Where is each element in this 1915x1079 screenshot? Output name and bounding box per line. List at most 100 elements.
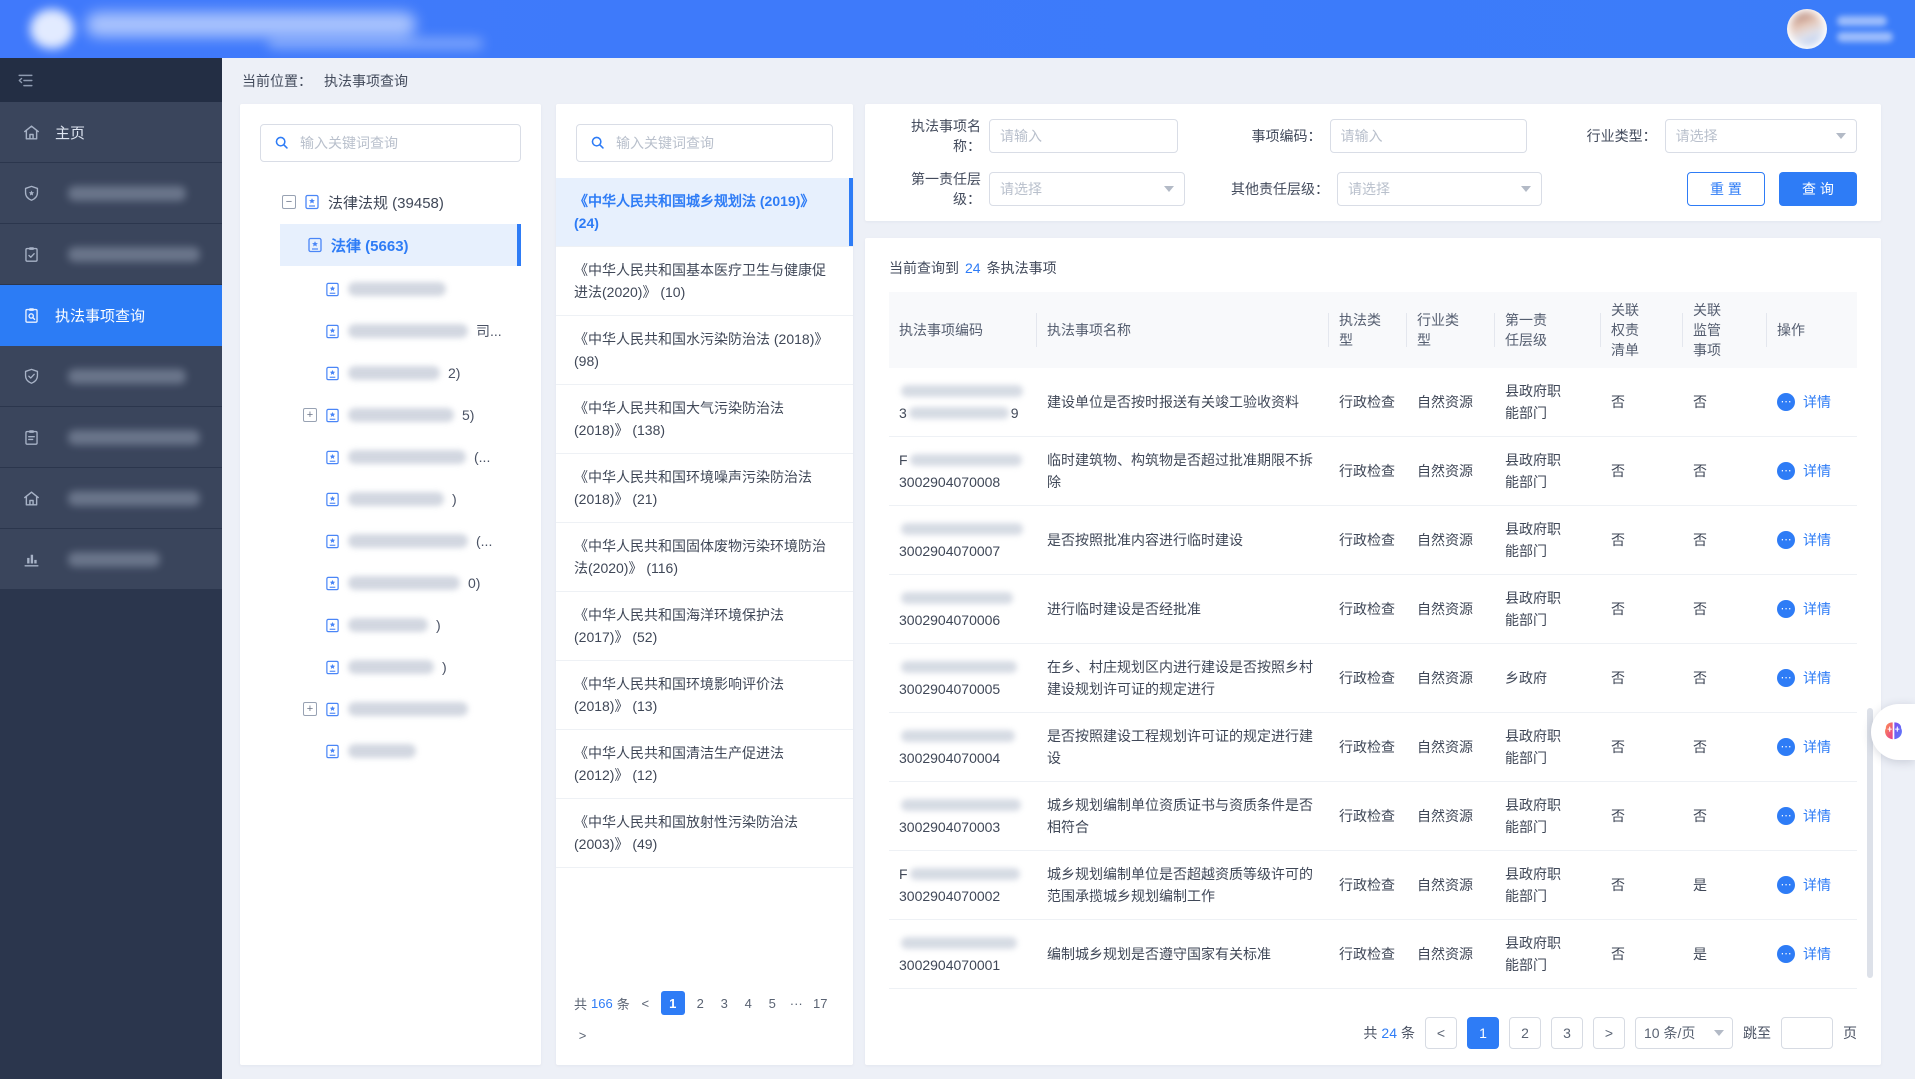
law-list-item[interactable]: 《中华人民共和国大气污染防治法 (2018)》 (138) — [556, 385, 853, 454]
tree-search-input[interactable] — [300, 135, 508, 151]
cell-item-name: 建设单位是否按时报送有关竣工验收资料 — [1037, 383, 1329, 421]
detail-link[interactable]: 详情 — [1777, 391, 1847, 413]
sidebar-item[interactable] — [0, 224, 222, 285]
page-button[interactable]: ··· — [788, 991, 805, 1015]
tree-node-redacted[interactable] — [260, 268, 521, 310]
law-list-item[interactable]: 《中华人民共和国海洋环境保护法 (2017)》 (52) — [556, 592, 853, 661]
detail-link[interactable]: 详情 — [1777, 598, 1847, 620]
expand-node-icon[interactable] — [303, 702, 317, 716]
detail-link[interactable]: 详情 — [1777, 736, 1847, 758]
law-list-item[interactable]: 《中华人民共和国城乡规划法 (2019)》 (24) — [556, 178, 853, 247]
tree-search[interactable] — [260, 124, 521, 162]
page-button[interactable]: 4 — [740, 991, 757, 1015]
page-button[interactable]: > — [1593, 1017, 1625, 1049]
law-list-item[interactable]: 《中华人民共和国水污染防治法 (2018)》 (98) — [556, 316, 853, 385]
cell-item-name: 城乡规划编制单位是否超越资质等级许可的范围承揽城乡规划编制工作 — [1037, 855, 1329, 915]
sidebar-collapse[interactable] — [0, 58, 222, 102]
avatar[interactable] — [1787, 9, 1827, 49]
law-search-input[interactable] — [616, 135, 820, 151]
sidebar-item[interactable]: 主页 — [0, 102, 222, 163]
detail-link[interactable]: 详情 — [1777, 667, 1847, 689]
tree-node-redacted[interactable]: ) — [260, 646, 521, 688]
sidebar-item[interactable] — [0, 163, 222, 224]
filter-name-input[interactable] — [1000, 128, 1167, 144]
law-search[interactable] — [576, 124, 833, 162]
page-button[interactable]: > — [574, 1023, 591, 1047]
sidebar: 主页 执法事项查询 — [0, 58, 222, 1079]
page-button[interactable]: < — [1425, 1017, 1457, 1049]
tree-node-法律-selected[interactable]: 法律 (5663) — [280, 224, 521, 266]
cell-item-code: 3002904070006 — [889, 579, 1037, 639]
detail-link[interactable]: 详情 — [1777, 943, 1847, 965]
page-button[interactable]: 2 — [1509, 1017, 1541, 1049]
tree-root-法律法规[interactable]: 法律法规 (39458) — [260, 182, 521, 222]
tree-node-redacted[interactable]: 司... — [260, 310, 521, 352]
page-button[interactable]: 5 — [764, 991, 781, 1015]
law-list-item[interactable]: 《中华人民共和国环境噪声污染防治法(2018)》 (21) — [556, 454, 853, 523]
filter-level2-select[interactable]: 请选择 — [1337, 172, 1542, 206]
page-button[interactable]: 1 — [1467, 1017, 1499, 1049]
cell-item-name: 是否按照批准内容进行临时建设 — [1037, 521, 1329, 559]
reset-button[interactable]: 重 置 — [1687, 172, 1765, 206]
tree-node-redacted[interactable]: (... — [260, 520, 521, 562]
tree-node-suffix: (... — [476, 533, 492, 549]
law-list-item[interactable]: 《中华人民共和国放射性污染防治法 (2003)》 (49) — [556, 799, 853, 868]
sidebar-item-label-redacted — [68, 247, 200, 262]
tree-node-redacted[interactable]: (... — [260, 436, 521, 478]
law-list-item[interactable]: 《中华人民共和国基本医疗卫生与健康促进法(2020)》 (10) — [556, 247, 853, 316]
page-button[interactable]: 3 — [716, 991, 733, 1015]
cell-first-responsibility-level: 县政府职能部门 — [1495, 510, 1601, 570]
cell-item-code: F 3002904070008 — [889, 441, 1037, 501]
tree-node-label-redacted — [348, 408, 454, 422]
filter-code-input[interactable] — [1341, 128, 1516, 144]
cell-related-supervision: 否 — [1683, 797, 1767, 835]
law-list-item[interactable]: 《中华人民共和国固体废物污染环境防治法(2020)》 (116) — [556, 523, 853, 592]
page-size-select[interactable]: 10 条/页 — [1635, 1017, 1733, 1049]
expand-node-icon[interactable] — [303, 408, 317, 422]
filter-level1-select[interactable]: 请选择 — [989, 172, 1185, 206]
filter-name-field[interactable] — [989, 119, 1178, 153]
law-list-item[interactable]: 《中华人民共和国环境影响评价法 (2018)》 (13) — [556, 661, 853, 730]
sidebar-item[interactable] — [0, 407, 222, 468]
sidebar-item[interactable] — [0, 468, 222, 529]
sidebar-item[interactable]: 执法事项查询 — [0, 285, 222, 346]
shield-star-icon — [22, 183, 42, 203]
page-button[interactable]: < — [637, 991, 654, 1015]
tree-node-suffix: 司... — [476, 321, 502, 341]
cell-enforcement-type: 行政检查 — [1329, 590, 1407, 628]
tree-node-redacted[interactable]: 0) — [260, 562, 521, 604]
cell-enforcement-type: 行政检查 — [1329, 935, 1407, 973]
detail-link[interactable]: 详情 — [1777, 805, 1847, 827]
law-doc-icon — [325, 618, 340, 633]
collapse-node-icon[interactable] — [282, 195, 296, 209]
filter-code-field[interactable] — [1330, 119, 1527, 153]
jump-page-input[interactable] — [1781, 1017, 1833, 1049]
tree-node-redacted[interactable]: 5) — [260, 394, 521, 436]
sidebar-item[interactable] — [0, 346, 222, 407]
tree-node-redacted[interactable]: ) — [260, 604, 521, 646]
table-row: 39 建设单位是否按时报送有关竣工验收资料 行政检查 自然资源 县政府职能部门 … — [889, 368, 1857, 437]
cell-industry-type: 自然资源 — [1407, 797, 1495, 835]
scrollbar-thumb[interactable] — [1867, 708, 1873, 978]
page-button[interactable]: 2 — [692, 991, 709, 1015]
detail-link[interactable]: 详情 — [1777, 874, 1847, 896]
user-area[interactable] — [1787, 9, 1893, 49]
sidebar-item[interactable] — [0, 529, 222, 590]
tree-node-redacted[interactable] — [260, 730, 521, 772]
detail-link[interactable]: 详情 — [1777, 529, 1847, 551]
detail-link[interactable]: 详情 — [1777, 460, 1847, 482]
page-button[interactable]: 3 — [1551, 1017, 1583, 1049]
code-redacted — [909, 407, 1009, 419]
table-row: 3002904070006 进行临时建设是否经批准 行政检查 自然资源 县政府职… — [889, 575, 1857, 644]
query-button[interactable]: 查 询 — [1779, 172, 1857, 206]
tree-node-redacted[interactable]: 2) — [260, 352, 521, 394]
page-button[interactable]: 1 — [661, 991, 685, 1015]
tree-node-redacted[interactable]: ) — [260, 478, 521, 520]
tree-node-label-redacted — [348, 282, 446, 296]
law-title: 《中华人民共和国海洋环境保护法 (2017)》 (52) — [574, 607, 784, 645]
tree-node-redacted[interactable] — [260, 688, 521, 730]
page-button[interactable]: 17 — [812, 991, 829, 1015]
law-list-item[interactable]: 《中华人民共和国清洁生产促进法 (2012)》 (12) — [556, 730, 853, 799]
filter-industry-select[interactable]: 请选择 — [1665, 119, 1857, 153]
cell-related-duty-list: 否 — [1601, 797, 1683, 835]
